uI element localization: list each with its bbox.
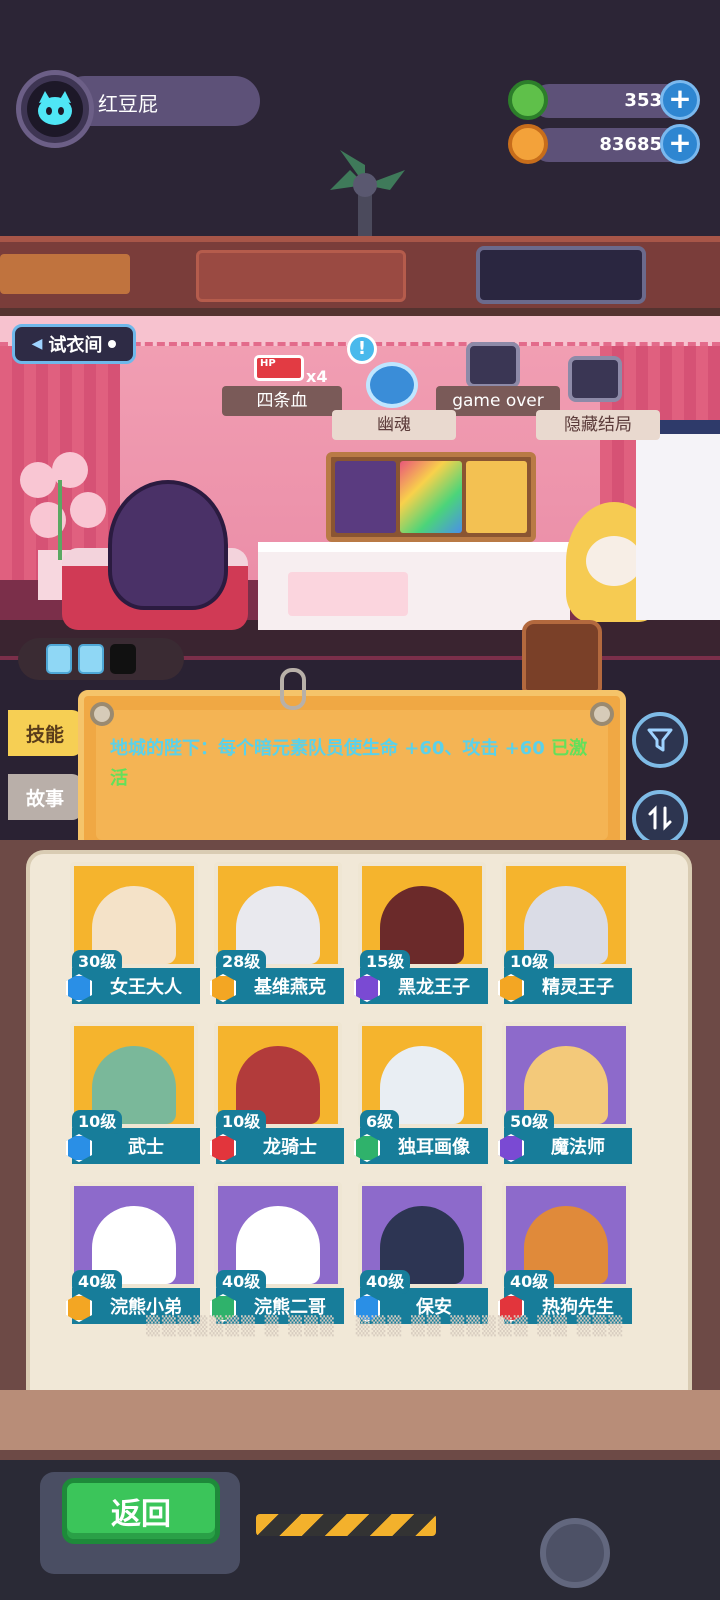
energy-cell: [78, 644, 104, 674]
white-desk: [258, 542, 570, 630]
add-gold-button[interactable]: +: [660, 124, 700, 164]
arrow-left-icon: ◀: [31, 336, 43, 352]
character-card[interactable]: 龙骑士 10级: [210, 1022, 346, 1168]
character-card[interactable]: 黑龙王子 15级: [354, 862, 490, 1008]
character-level: 15级: [360, 950, 411, 974]
filter-icon: [647, 728, 673, 752]
energy-cell-empty: [110, 644, 136, 674]
character-level: 30级: [72, 950, 123, 974]
character-card[interactable]: 精灵王子 10级: [498, 862, 634, 1008]
gem-count: 353: [624, 90, 662, 111]
character-level: 40级: [216, 1270, 267, 1294]
story-book-icon[interactable]: [522, 620, 602, 694]
gold-currency: 83685 +: [508, 124, 708, 164]
costume-stand: [636, 420, 720, 620]
gold-planet-coin-icon: [508, 124, 548, 164]
filter-button[interactable]: [632, 712, 688, 768]
hidden-ending-tv-icon: [568, 356, 622, 402]
bolt-icon: [90, 702, 114, 726]
ghost-skull-icon: [366, 362, 418, 408]
player-name: 红豆屁: [98, 92, 158, 116]
paper-clip-icon: [280, 668, 306, 710]
character-card[interactable]: 热狗先生 40级: [498, 1182, 634, 1328]
portrait-frame: [326, 452, 536, 542]
hp-multiplier: x4: [306, 367, 328, 386]
character-level: 50级: [504, 1110, 555, 1134]
tombstone-tv-icon: [466, 342, 520, 388]
cat-icon: [38, 91, 72, 125]
character-card[interactable]: 独耳画像 6级: [354, 1022, 490, 1168]
character-grid: 女王大人 30级 基维燕克 28级 黑龙王子 15级 精灵王子 10级武士 10级 龙骑士 10级独…: [66, 862, 646, 1328]
green-gem-icon: [508, 80, 548, 120]
add-gem-button[interactable]: +: [660, 80, 700, 120]
player-profile[interactable]: 红豆屁: [16, 70, 260, 148]
character-level: 10级: [72, 1110, 123, 1134]
character-level: 28级: [216, 950, 267, 974]
character-level: 40级: [360, 1270, 411, 1294]
ending-hidden[interactable]: 隐藏结局: [536, 410, 660, 440]
skill-description: 地城的陛下：每个暗元素队员使生命 +60、攻击 +60 已激活: [110, 734, 600, 794]
ending-four-hp[interactable]: 四条血: [222, 386, 342, 416]
tab-skill[interactable]: 技能: [8, 710, 82, 756]
top-shelf: [0, 236, 720, 316]
dark-queen-character[interactable]: [108, 480, 228, 610]
sort-arrows-icon: [648, 805, 672, 831]
character-level: 40级: [504, 1270, 555, 1294]
energy-cell: [46, 644, 72, 674]
gear-decoration-icon: [540, 1518, 610, 1588]
character-card[interactable]: 女王大人 30级: [66, 862, 202, 1008]
bolt-icon: [590, 702, 614, 726]
character-card[interactable]: 浣熊小弟 40级: [66, 1182, 202, 1328]
character-level: 6级: [360, 1110, 400, 1134]
character-card[interactable]: 魔法师 50级: [498, 1022, 634, 1168]
skill-text: 地城的陛下：每个暗元素队员使生命 +60、攻击 +60: [110, 738, 545, 759]
sort-button[interactable]: [632, 790, 688, 846]
character-card[interactable]: 保安 40级: [354, 1182, 490, 1328]
character-card[interactable]: 基维燕克 28级: [210, 862, 346, 1008]
ending-ghost[interactable]: 幽魂: [332, 410, 456, 440]
hp-battery-icon: HP: [254, 355, 304, 381]
hazard-stripe: [256, 1514, 436, 1536]
gem-currency: 353 +: [508, 80, 708, 120]
character-card[interactable]: 武士 10级: [66, 1022, 202, 1168]
book-faint-text: ▒▒▒▒▒▒▒ ▒ ▒▒▒ ▒▒▒ ▒▒ ▒▒▒▒▒ ▒▒ ▒▒▒: [146, 1316, 625, 1337]
character-level: 40级: [72, 1270, 123, 1294]
character-level: 10级: [216, 1110, 267, 1134]
back-button[interactable]: 返回: [62, 1478, 220, 1544]
tab-story[interactable]: 故事: [8, 774, 82, 820]
fitting-room-label: 试衣间: [48, 335, 103, 356]
ghost-display-icon: [476, 246, 646, 304]
avatar[interactable]: [16, 70, 94, 148]
fitting-room-button[interactable]: ◀ 试衣间: [12, 324, 136, 364]
dot-icon: [108, 340, 117, 348]
energy-meter: [18, 638, 184, 680]
gold-count: 83685: [599, 134, 662, 155]
character-level: 10级: [504, 950, 555, 974]
info-icon[interactable]: !: [347, 334, 377, 364]
fan-decoration: [330, 150, 405, 240]
character-card[interactable]: 浣熊二哥 40级: [210, 1182, 346, 1328]
